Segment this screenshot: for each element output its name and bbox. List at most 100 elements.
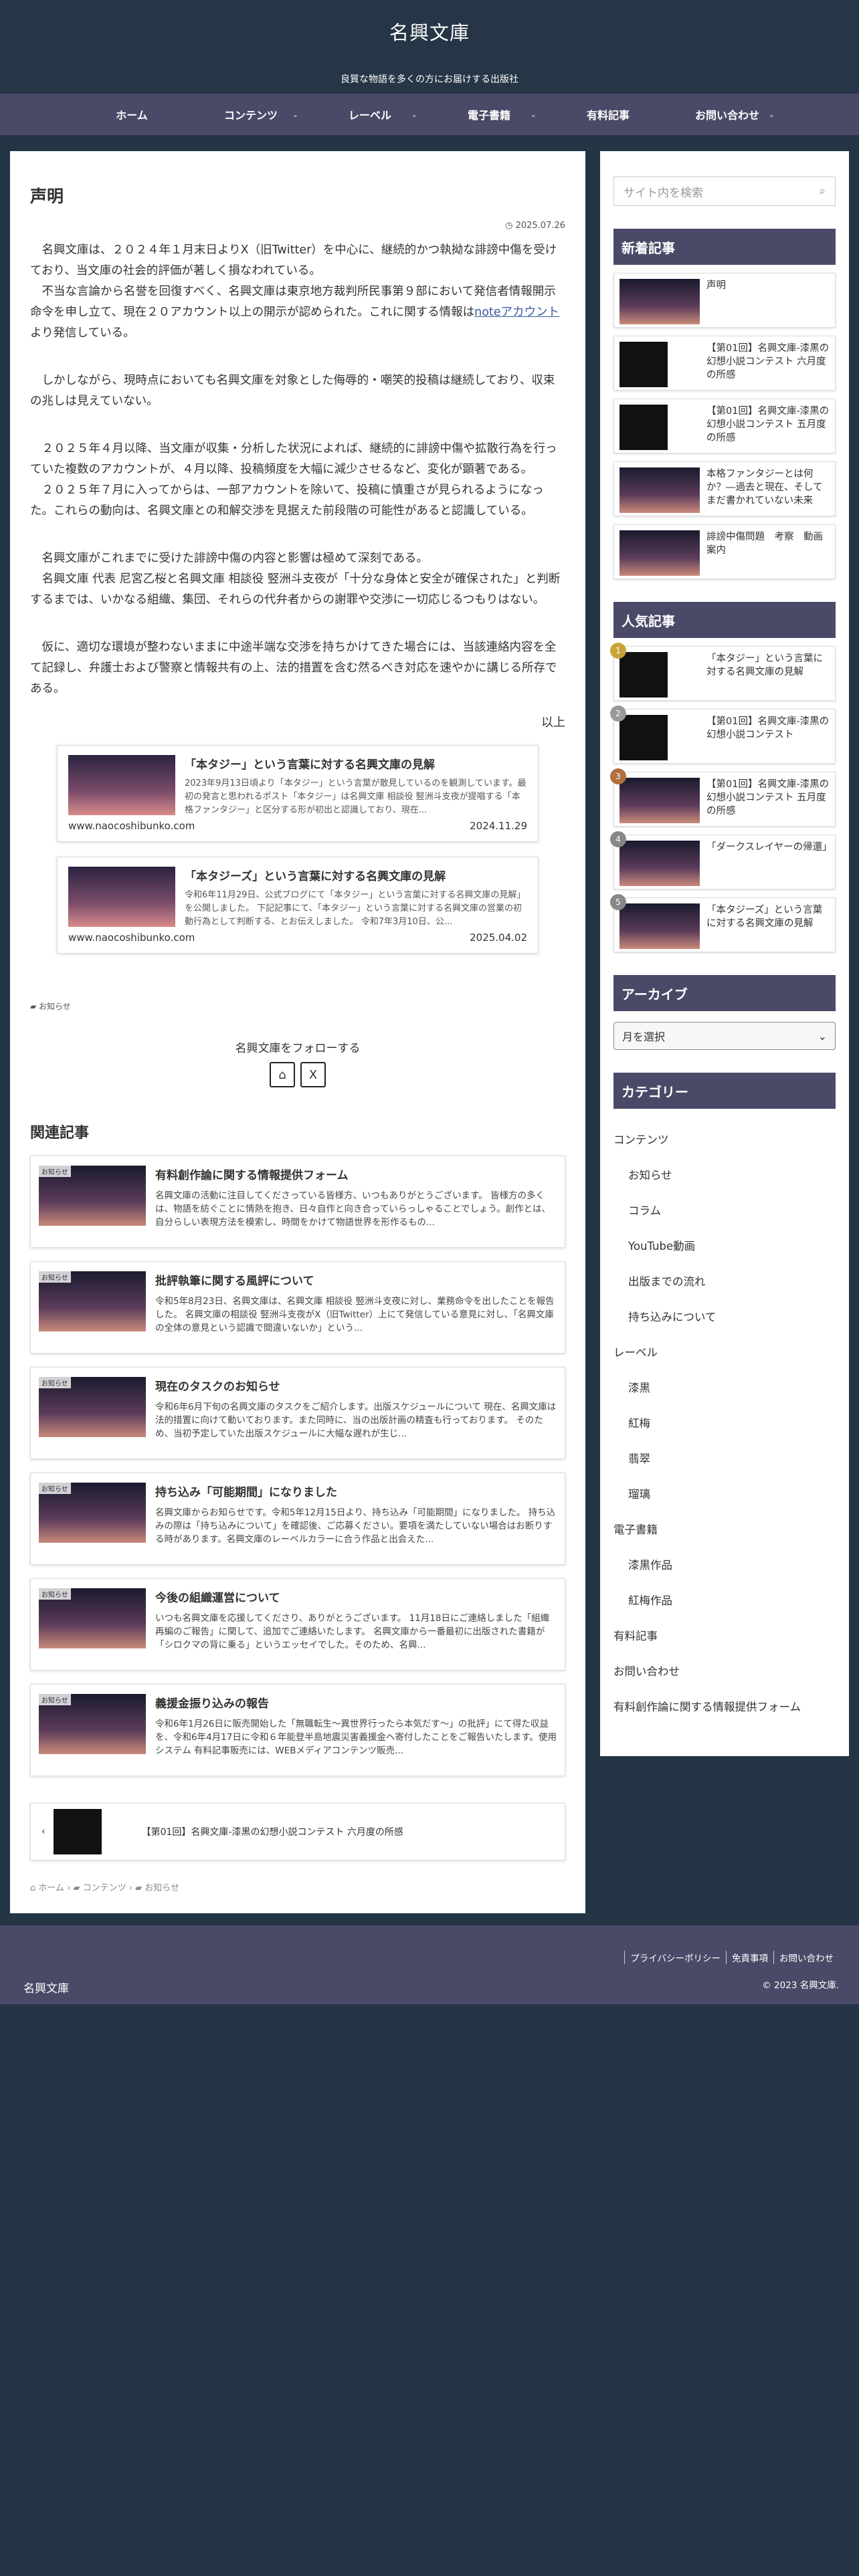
footer-link[interactable]: 免責事項 [726, 1951, 773, 1964]
search-input[interactable]: サイト内を検索 ⌕ [613, 177, 836, 206]
prev-post-title: 【第01回】名興文庫-漆黒の幻想小説コンテスト 六月度の所感 [141, 1827, 403, 1838]
related-thumbnail: お知らせ [39, 1694, 146, 1754]
new-post-title: 本格ファンタジーとは何か？―過去と現在、そしてまだ書かれていない未来 [706, 469, 823, 506]
related-tag: お知らせ [39, 1694, 71, 1705]
breadcrumb-item[interactable]: お知らせ [145, 1883, 179, 1893]
link-card[interactable]: 「本タジーズ」という言葉に対する名興文庫の見解 令和6年11月29日、公式ブログ… [57, 857, 539, 954]
nav-label: お問い合わせ [694, 109, 759, 122]
related-card[interactable]: お知らせ 義援金振り込みの報告 令和6年1月26日に販売開始した「無職転生〜異世界行… [30, 1684, 565, 1776]
chevron-down-icon: ⌄ [768, 110, 775, 119]
footer-link[interactable]: お問い合わせ [773, 1951, 839, 1964]
folder-icon: ▰ [135, 1883, 145, 1893]
category-item[interactable]: 漆黒 [613, 1369, 836, 1404]
related-card[interactable]: お知らせ 現在のタスクのお知らせ 令和6年6月下旬の名興文庫のタスクをご紹介します。… [30, 1367, 565, 1459]
category-tag[interactable]: ▰ お知らせ [30, 1000, 565, 1012]
popular-post-item[interactable]: 5 「本タジーズ」という言葉に対する名興文庫の見解 [610, 894, 836, 952]
nav-label: レーベル [348, 109, 391, 122]
home-icon: ⌂ [30, 1883, 39, 1893]
new-post-item[interactable]: 本格ファンタジーとは何か？―過去と現在、そしてまだ書かれていない未来 [613, 461, 836, 516]
category-item[interactable]: 瑠璃 [613, 1475, 836, 1511]
post-date-text: 2025.07.26 [515, 221, 565, 231]
category-item[interactable]: 出版までの流れ [613, 1263, 836, 1298]
related-card[interactable]: お知らせ 有料創作論に関する情報提供フォーム 名興文庫の活動に注目してくださっている… [30, 1156, 565, 1248]
note-account-link[interactable]: noteアカウント [474, 306, 559, 319]
site-title[interactable]: 名興文庫 [0, 17, 859, 45]
nav-item-ebooks[interactable]: 電子書籍 ⌄ [430, 94, 549, 135]
search-icon[interactable]: ⌕ [819, 185, 826, 198]
related-title: 批評執筆に関する風評について [155, 1275, 314, 1288]
new-post-item[interactable]: 誹謗中傷問題 考察 動画案内 [613, 524, 836, 579]
category-item[interactable]: レーベル [613, 1333, 836, 1369]
related-tag: お知らせ [39, 1166, 71, 1177]
new-post-title: 【第01回】名興文庫-漆黒の幻想小説コンテスト 六月度の所感 [706, 343, 830, 381]
nav-item-contact[interactable]: お問い合わせ ⌄ [668, 94, 787, 135]
popular-post-title: 「ダークスレイヤーの帰還」 [706, 842, 832, 853]
nav-item-home[interactable]: ホーム [72, 94, 191, 135]
post-paragraph: 名興文庫は、２０２４年１月末日よりX（旧Twitter）を中心に、継続的かつ執拗… [30, 240, 565, 344]
breadcrumb: ⌂ ホーム › ▰ コンテンツ › ▰ お知らせ [30, 1883, 179, 1893]
new-post-item[interactable]: 【第01回】名興文庫-漆黒の幻想小説コンテスト 五月度の所感 [613, 399, 836, 453]
related-tag: お知らせ [39, 1377, 71, 1388]
link-card-thumbnail [68, 867, 175, 927]
footer-site-title[interactable]: 名興文庫 [23, 1979, 69, 1996]
paragraph-text: 仮に、適切な環境が整わないままに中途半端な交渉を持ちかけてきた場合には、当該連絡… [30, 641, 557, 695]
paragraph-text: ２０２５年４月以降、当文庫が収集・分析した状況によれば、継続的に誹謗中傷や拡散行… [30, 442, 557, 476]
related-title: 持ち込み「可能期間」になりました [155, 1486, 337, 1499]
category-item[interactable]: お知らせ [613, 1156, 836, 1192]
sidebar: サイト内を検索 ⌕ 新着記事 声明 【第01回】名興文庫-漆黒の幻想小説コンテスト … [600, 151, 849, 1756]
nav-item-contents[interactable]: コンテンツ ⌄ [191, 94, 310, 135]
chevron-down-icon: ⌄ [411, 110, 417, 119]
popular-post-title: 【第01回】名興文庫-漆黒の幻想小説コンテスト [706, 716, 830, 740]
category-item[interactable]: 漆黒作品 [613, 1546, 836, 1582]
category-item[interactable]: 紅梅作品 [613, 1582, 836, 1617]
paragraph-text: 名興文庫は、２０２４年１月末日よりX（旧Twitter）を中心に、継続的かつ執拗… [30, 243, 557, 278]
popular-post-thumbnail [619, 778, 700, 823]
popular-post-item[interactable]: 1 「本タジー」という言葉に対する名興文庫の見解 [610, 643, 836, 701]
popular-post-thumbnail [619, 903, 700, 949]
category-item[interactable]: コンテンツ [613, 1121, 836, 1156]
related-card[interactable]: お知らせ 批評執筆に関する風評について 令和5年8月23日、名興文庫は、名興文庫 相… [30, 1261, 565, 1354]
category-item[interactable]: 有料記事 [613, 1617, 836, 1652]
category-item[interactable]: お問い合わせ [613, 1652, 836, 1688]
nav-label: 電子書籍 [467, 109, 510, 122]
nav-item-label[interactable]: レーベル ⌄ [310, 94, 430, 135]
category-item[interactable]: 紅梅 [613, 1404, 836, 1440]
prev-post-link[interactable]: ‹ 【第01回】名興文庫-漆黒の幻想小説コンテスト 六月度の所感 [30, 1803, 565, 1860]
search-placeholder: サイト内を検索 [624, 186, 703, 200]
category-item[interactable]: YouTube動画 [613, 1227, 836, 1263]
category-item[interactable]: 持ち込みについて [613, 1298, 836, 1333]
category-item[interactable]: 電子書籍 [613, 1511, 836, 1546]
popular-post-item[interactable]: 2 【第01回】名興文庫-漆黒の幻想小説コンテスト [610, 706, 836, 764]
paragraph-text: 名興文庫 代表 尼宮乙桜と名興文庫 相談役 竪洲斗支夜が「十分な身体と安全が確保… [30, 572, 561, 607]
related-card[interactable]: お知らせ 今後の組織運営について いつも名興文庫を応援してくださり、ありがとうござい… [30, 1578, 565, 1671]
footer-link[interactable]: プライバシーポリシー [624, 1951, 726, 1964]
paragraph-text: しかしながら、現時点においても名興文庫を対象とした侮辱的・嘲笑的投稿は継続してお… [30, 374, 555, 408]
new-post-item[interactable]: 声明 [613, 273, 836, 328]
nav-item-paid[interactable]: 有料記事 [549, 94, 668, 135]
new-posts-list: 声明【第01回】名興文庫-漆黒の幻想小説コンテスト 六月度の所感【第01回】名興… [613, 273, 836, 579]
popular-post-item[interactable]: 4 「ダークスレイヤーの帰還」 [610, 831, 836, 889]
related-thumbnail: お知らせ [39, 1271, 146, 1331]
x-icon[interactable]: X [300, 1062, 326, 1087]
related-thumbnail: お知らせ [39, 1377, 146, 1437]
link-card[interactable]: 「本タジー」という言葉に対する名興文庫の見解 2023年9月13日頃より「本タジ… [57, 745, 539, 842]
archive-select[interactable]: 月を選択 ⌄ [613, 1022, 836, 1050]
rank-badge: 1 [610, 643, 626, 659]
new-post-item[interactable]: 【第01回】名興文庫-漆黒の幻想小説コンテスト 六月度の所感 [613, 336, 836, 391]
related-snippet: 令和6年1月26日に販売開始した「無職転生〜異世界行ったら本気だす〜」の批評」に… [155, 1719, 557, 1756]
popular-post-thumbnail [619, 652, 700, 697]
breadcrumb-item[interactable]: コンテンツ [83, 1883, 126, 1893]
related-card[interactable]: お知らせ 持ち込み「可能期間」になりました 名興文庫からお知らせです。令和5年12月… [30, 1473, 565, 1565]
breadcrumb-item[interactable]: ホーム [38, 1883, 64, 1893]
folder-icon: ▰ [73, 1883, 83, 1893]
new-post-thumbnail [619, 467, 700, 513]
category-item[interactable]: コラム [613, 1192, 836, 1227]
related-thumbnail: お知らせ [39, 1483, 146, 1543]
category-item[interactable]: 有料創作論に関する情報提供フォーム [613, 1688, 836, 1723]
popular-post-thumbnail [619, 841, 700, 886]
home-icon[interactable]: ⌂ [270, 1062, 295, 1087]
category-item[interactable]: 翡翠 [613, 1440, 836, 1475]
popular-post-item[interactable]: 3 【第01回】名興文庫-漆黒の幻想小説コンテスト 五月度の所感 [610, 768, 836, 827]
chevron-left-icon: ‹ [41, 1826, 45, 1837]
chevron-down-icon: ⌄ [818, 1029, 827, 1043]
